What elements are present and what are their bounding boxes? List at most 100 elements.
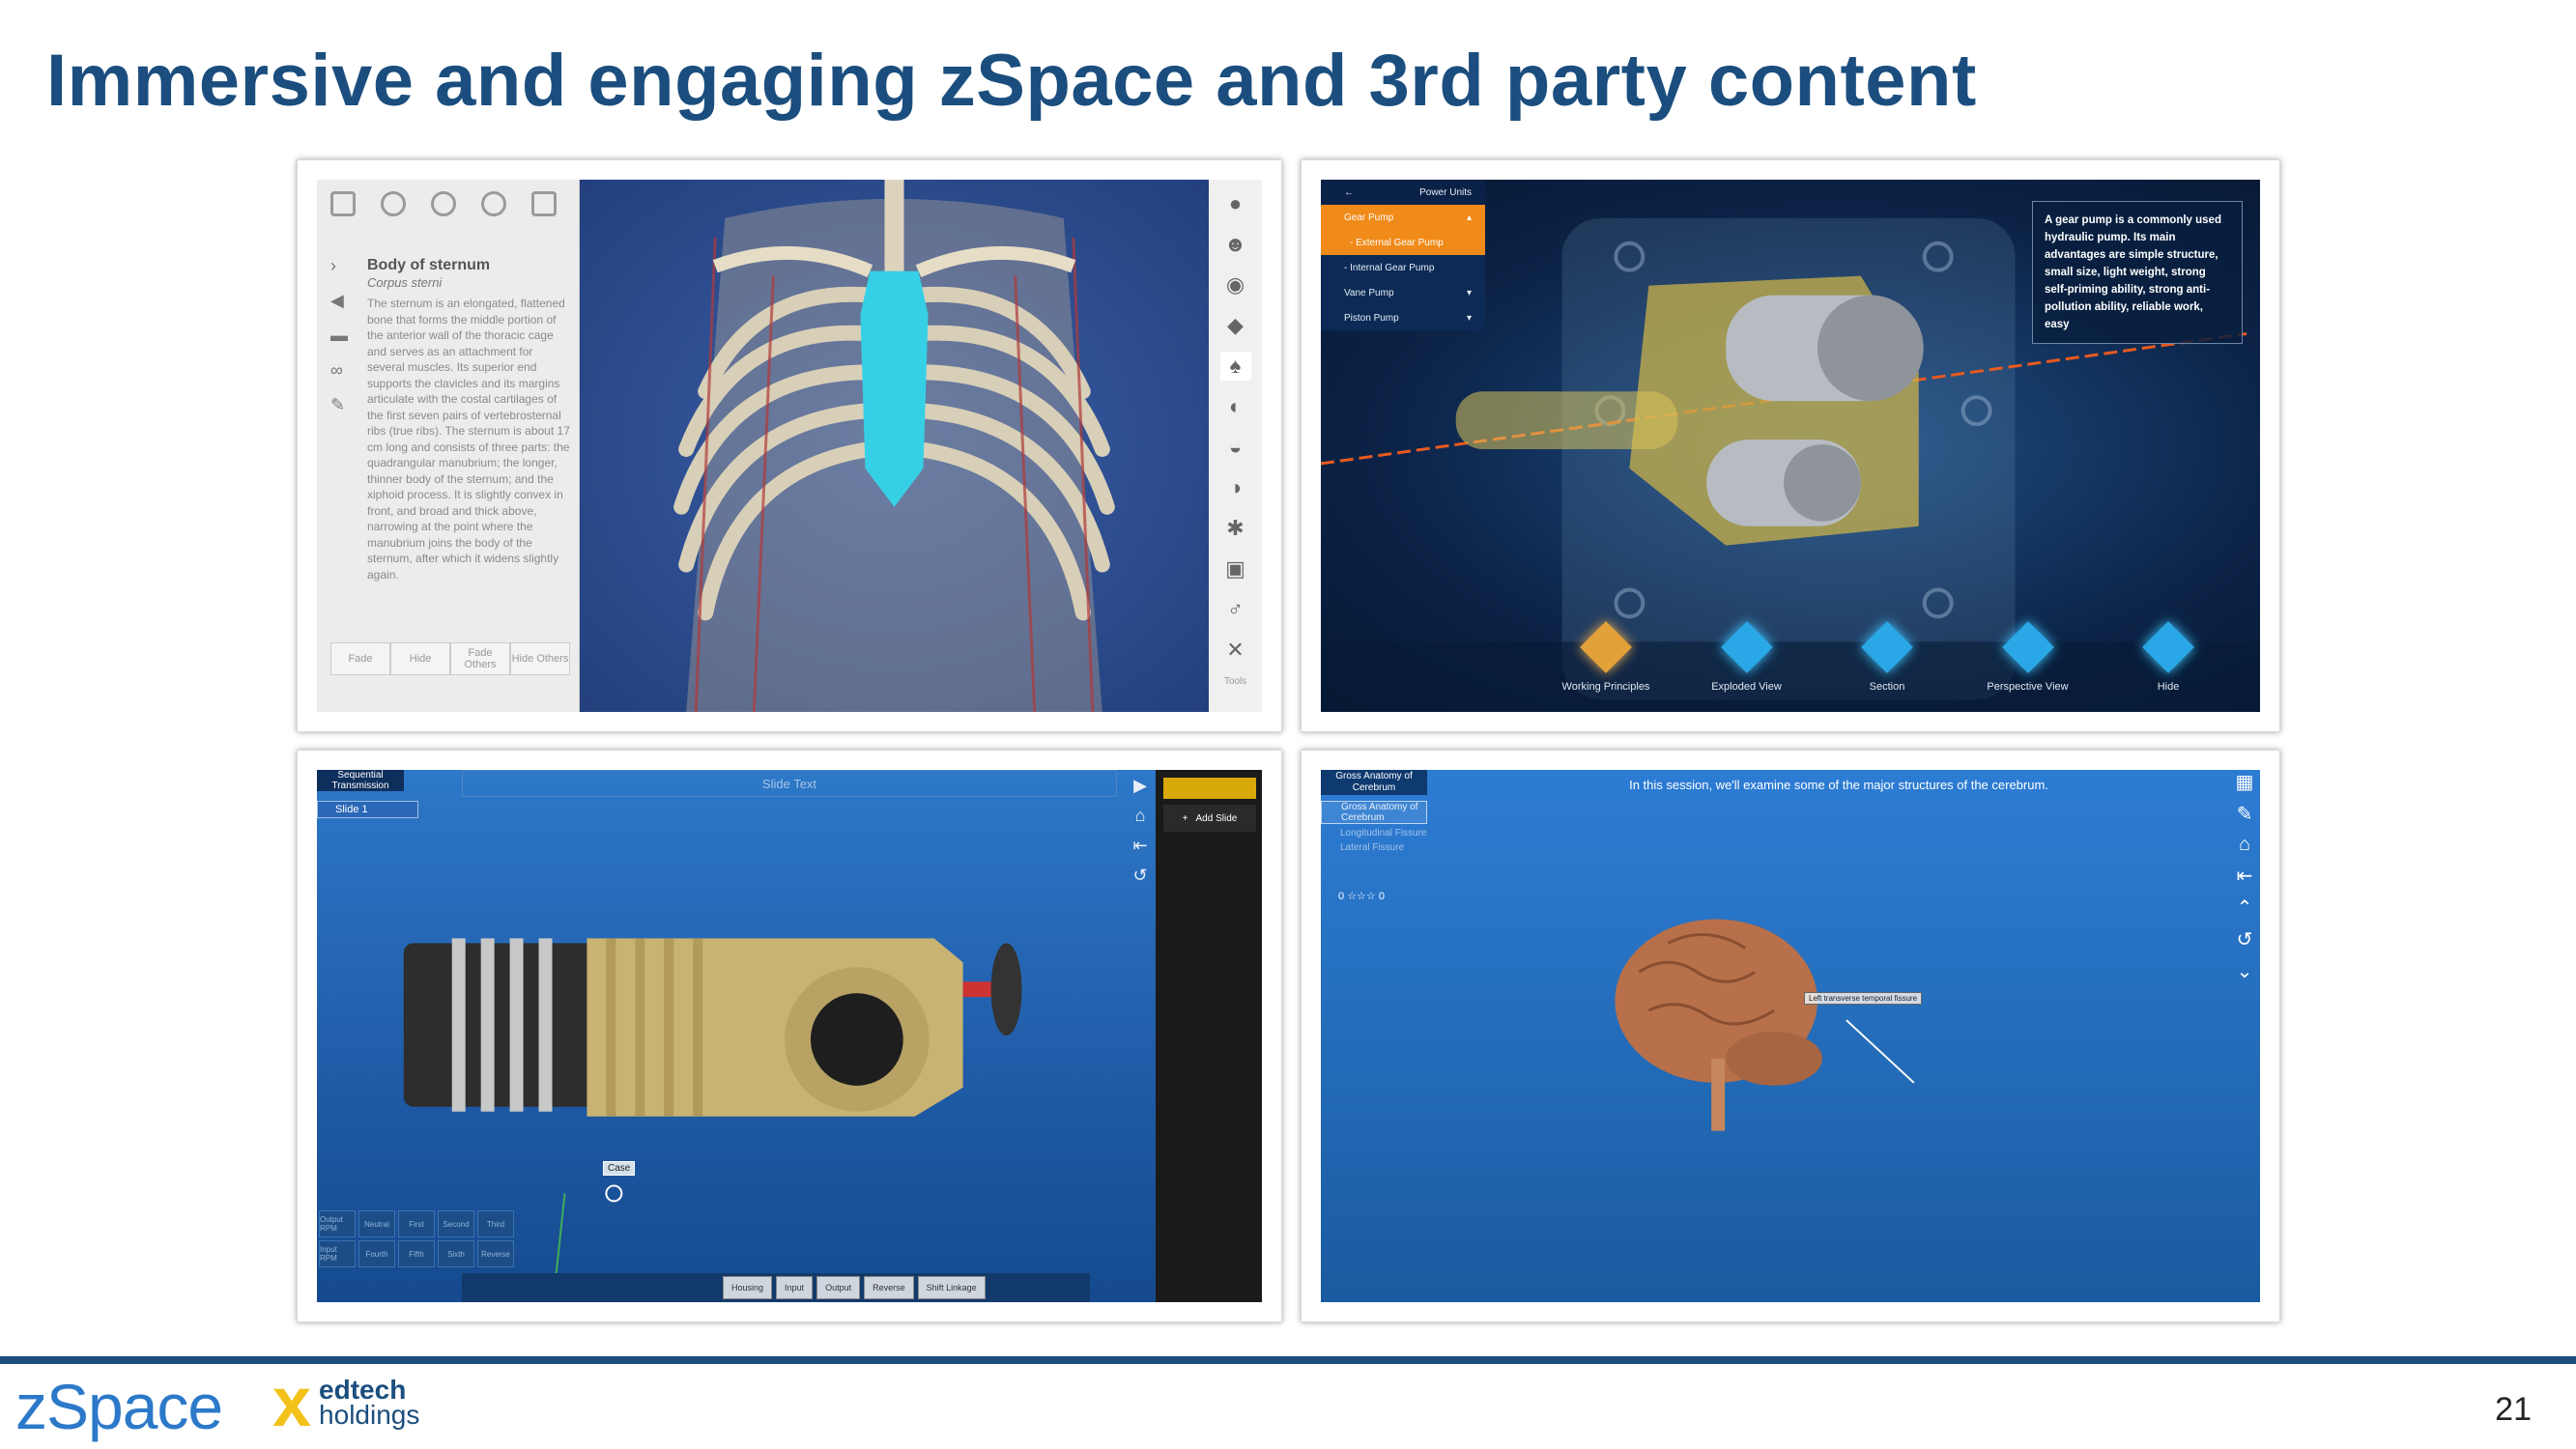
gear-pump-screenshot: ← Power Units Gear Pump ▴ - External Gear… [1321, 180, 2260, 712]
toggle-icon[interactable] [431, 191, 456, 216]
ribcage-illustration [673, 180, 1115, 712]
gear-icon[interactable] [481, 191, 506, 216]
book-icon[interactable]: ▬ [330, 327, 350, 344]
undo-icon[interactable]: ↺ [2237, 927, 2253, 952]
hide-icon [2142, 621, 2194, 673]
speaker-icon[interactable]: ◀ [330, 292, 350, 309]
anatomy-screenshot: › ◀ ▬ ∞ ✎ Body of sternum Corpus sterni … [317, 180, 1262, 712]
reverse-button[interactable]: Reverse [864, 1276, 914, 1299]
case-label: Case [603, 1161, 636, 1176]
fourth-button[interactable]: Fourth [358, 1240, 395, 1267]
sixth-button[interactable]: Sixth [438, 1240, 474, 1267]
slide-panel: + Add Slide [1156, 770, 1262, 1302]
gear-selector-grid: Output RPM Neutral First Second Third In… [319, 1210, 554, 1267]
reset-icon[interactable] [381, 191, 406, 216]
lymph-icon[interactable]: ✱ [1220, 514, 1251, 543]
stars-icon: ☆☆☆ [1347, 891, 1376, 902]
shift-linkage-button[interactable]: Shift Linkage [917, 1276, 986, 1299]
neutral-button[interactable]: Neutral [358, 1210, 395, 1237]
anatomy-side-icons: › ◀ ▬ ∞ ✎ [330, 257, 350, 413]
anatomy-3d-view[interactable] [580, 180, 1209, 712]
second-button[interactable]: Second [438, 1210, 474, 1237]
link-icon[interactable]: ∞ [330, 361, 350, 379]
grid-icon[interactable]: ▦ [2236, 770, 2254, 794]
menu-item-internal-gear-pump[interactable]: - Internal Gear Pump [1321, 255, 1485, 280]
output-button[interactable]: Output [816, 1276, 861, 1299]
list-item[interactable]: Lateral Fissure [1321, 842, 1427, 853]
slide: Immersive and engaging zSpace and 3rd pa… [0, 0, 2576, 1449]
menu-item-vane-pump[interactable]: Vane Pump ▾ [1321, 280, 1485, 305]
play-icon[interactable]: ▶ [1133, 776, 1147, 796]
chevron-down-icon[interactable]: ⌄ [2237, 959, 2253, 983]
hide-button[interactable]: Hide [390, 642, 450, 675]
stomach-icon[interactable]: ◐ [1220, 392, 1251, 421]
exploded-view-button[interactable]: Exploded View [1694, 621, 1800, 693]
component-toolbar: Housing Input Output Reverse Shift Linka… [462, 1273, 1090, 1302]
slide-title: Immersive and engaging zSpace and 3rd pa… [46, 40, 1977, 122]
menu-header[interactable]: ← Power Units [1321, 180, 1485, 205]
menu-item-piston-pump[interactable]: Piston Pump ▾ [1321, 305, 1485, 330]
slide-item[interactable]: Slide 1 [317, 801, 418, 818]
joint-icon[interactable]: ▣ [1220, 554, 1251, 583]
first-page-icon[interactable]: ⇤ [2237, 864, 2253, 888]
brain-icon[interactable]: ◉ [1220, 270, 1251, 299]
exploded-view-icon [1720, 621, 1773, 673]
transmission-screenshot-frame: Sequential Transmission Slide Text Slide… [297, 750, 1282, 1322]
hide-others-button[interactable]: Hide Others [510, 642, 570, 675]
muscle-icon[interactable]: ◆ [1220, 311, 1251, 340]
gear-pump-actions: Working Principles Exploded View Section… [1553, 621, 2221, 693]
back-arrow-icon[interactable]: ← [1344, 187, 1354, 198]
intestine-icon[interactable]: ◒ [1220, 433, 1251, 462]
section-button[interactable]: Section [1834, 621, 1940, 693]
structure-description: The sternum is an elongated, flattened b… [367, 297, 570, 582]
grid-icon[interactable] [330, 191, 356, 216]
anatomy-toolbar [317, 180, 580, 228]
cerebrum-nav: ▦ ✎ ⌂ ⇤ ⌃ ↺ ⌄ [2233, 770, 2256, 983]
perspective-view-icon [2001, 621, 2054, 673]
footer-rule [0, 1356, 2576, 1364]
add-slide-button[interactable]: + Add Slide [1163, 805, 1256, 832]
cerebrum-tab[interactable]: Gross Anatomy of Cerebrum [1321, 770, 1427, 795]
screen-icon[interactable] [531, 191, 557, 216]
fifth-button[interactable]: Fifth [398, 1240, 435, 1267]
chevron-right-icon[interactable]: › [330, 257, 350, 274]
undo-icon[interactable]: ↺ [1132, 866, 1147, 886]
lungs-icon[interactable]: ♠ [1219, 352, 1251, 381]
edtech-holdings-logo: x edtech holdings [272, 1368, 419, 1437]
edit-icon[interactable]: ✎ [2237, 802, 2253, 826]
working-principles-button[interactable]: Working Principles [1553, 621, 1659, 693]
tools-label: Tools [1223, 676, 1247, 687]
fade-others-button[interactable]: Fade Others [450, 642, 510, 675]
plus-icon: + [1182, 812, 1188, 824]
hide-button[interactable]: Hide [2115, 621, 2221, 693]
kidney-icon[interactable]: ◑ [1220, 473, 1251, 502]
transmission-tab[interactable]: Sequential Transmission [317, 770, 404, 791]
slide-strip [1163, 778, 1256, 799]
home-icon[interactable]: ⌂ [2239, 834, 2250, 856]
menu-item-gear-pump[interactable]: Gear Pump ▴ [1321, 205, 1485, 230]
tools-icon[interactable]: ✕ [1220, 636, 1251, 665]
menu-item-external-gear-pump[interactable]: - External Gear Pump [1321, 230, 1485, 255]
reverse-gear-button[interactable]: Reverse [477, 1240, 514, 1267]
list-item[interactable]: Gross Anatomy of Cerebrum [1321, 801, 1427, 824]
male-symbol-icon[interactable]: ♂ [1220, 595, 1251, 624]
body-icon[interactable]: ● [1220, 189, 1251, 218]
transmission-screenshot: Sequential Transmission Slide Text Slide… [317, 770, 1262, 1302]
anatomy-info-pane: › ◀ ▬ ∞ ✎ Body of sternum Corpus sterni … [317, 180, 580, 712]
fade-button[interactable]: Fade [330, 642, 390, 675]
first-button[interactable]: First [398, 1210, 435, 1237]
skull-icon[interactable]: ☻ [1220, 230, 1251, 259]
slide-text-field[interactable]: Slide Text [462, 770, 1117, 797]
input-button[interactable]: Input [776, 1276, 814, 1299]
third-button[interactable]: Third [477, 1210, 514, 1237]
pin-icon[interactable]: ✎ [330, 396, 350, 413]
output-rpm-gauge: Output RPM [319, 1210, 356, 1237]
session-caption: In this session, we'll examine some of t… [1629, 778, 2048, 792]
housing-button[interactable]: Housing [723, 1276, 773, 1299]
structure-heading: Body of sternum [367, 257, 491, 273]
list-item[interactable]: Longitudinal Fissure [1321, 828, 1427, 838]
home-icon[interactable]: ⌂ [1135, 806, 1146, 826]
perspective-view-button[interactable]: Perspective View [1975, 621, 2081, 693]
first-page-icon[interactable]: ⇤ [1132, 836, 1147, 856]
chevron-up-icon[interactable]: ⌃ [2237, 895, 2253, 920]
